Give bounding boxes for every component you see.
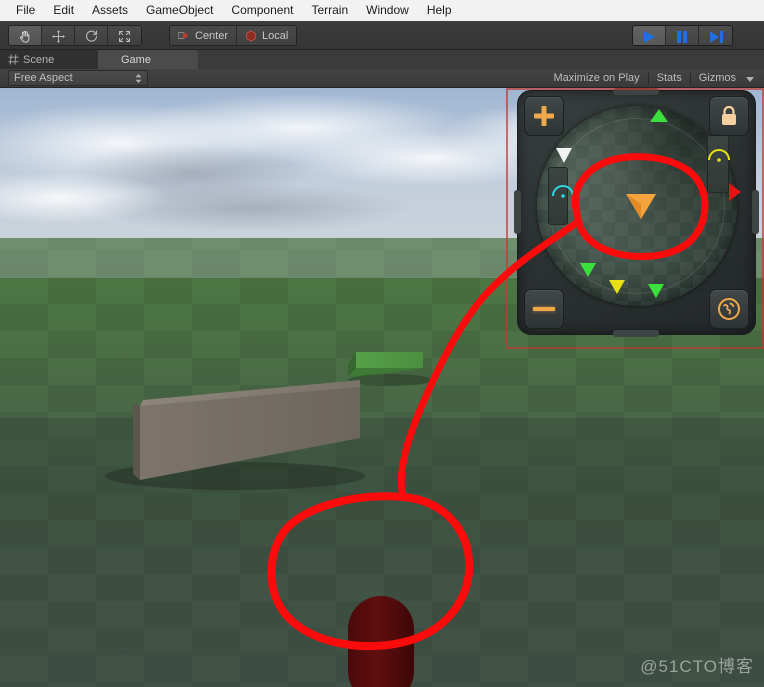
- maximize-on-play-button[interactable]: Maximize on Play: [545, 70, 647, 87]
- transform-tool-group: [8, 24, 142, 46]
- watermark: @51CTO博客: [640, 657, 754, 676]
- globe-icon: [718, 298, 740, 320]
- marker-cyan-arc: [552, 185, 574, 198]
- step-button[interactable]: [699, 26, 732, 45]
- tab-game-label: Game: [121, 53, 151, 66]
- player-arrow-marker: [626, 194, 656, 219]
- stats-button[interactable]: Stats: [649, 70, 690, 87]
- aspect-ratio-value: Free Aspect: [14, 72, 73, 84]
- pivot-mode-button[interactable]: Center: [170, 25, 238, 45]
- menu-item-component[interactable]: Component: [222, 0, 302, 21]
- chevron-down-icon: [746, 77, 754, 82]
- minimap-zoom-in-button[interactable]: [524, 96, 564, 136]
- play-button[interactable]: [633, 26, 666, 45]
- minimap-lock-button[interactable]: [709, 96, 749, 136]
- minimap-zoom-out-button[interactable]: [524, 289, 564, 329]
- view-tab-strip: Scene Game: [0, 50, 764, 69]
- minimap-notch-right: [752, 190, 759, 234]
- center-pivot-icon: [178, 32, 188, 39]
- marker-west-white: [556, 148, 572, 163]
- menu-item-edit[interactable]: Edit: [44, 0, 83, 21]
- menu-item-gameobject[interactable]: GameObject: [137, 0, 222, 21]
- menu-item-file[interactable]: File: [7, 0, 44, 21]
- space-mode-label: Local: [262, 30, 289, 42]
- move-icon: [51, 29, 65, 43]
- rotate-icon: [85, 30, 97, 42]
- menu-bar: File Edit Assets GameObject Component Te…: [0, 0, 764, 21]
- marker-north-green: [650, 109, 668, 122]
- scale-tool-button[interactable]: [108, 25, 141, 45]
- game-view-toolbar-right: Maximize on Play Stats Gizmos: [545, 69, 760, 88]
- unity-editor-window: File Edit Assets GameObject Component Te…: [0, 0, 764, 687]
- playback-controls: [632, 25, 733, 46]
- local-space-icon: [246, 30, 256, 42]
- pivot-mode-label: Center: [195, 30, 229, 42]
- minimap-notch-top: [613, 88, 659, 95]
- pause-icon: [677, 30, 687, 43]
- marker-south-green: [648, 284, 664, 298]
- menu-item-help[interactable]: Help: [418, 0, 461, 21]
- minimap-notch-bottom: [613, 330, 659, 337]
- move-tool-button[interactable]: [42, 25, 75, 45]
- menu-item-terrain[interactable]: Terrain: [302, 0, 357, 21]
- pause-button[interactable]: [666, 26, 699, 45]
- tab-scene-label: Scene: [23, 53, 55, 66]
- scale-icon: [119, 30, 130, 42]
- main-toolbar: Center Local: [0, 21, 764, 50]
- pivot-space-group: Center Local: [169, 24, 298, 46]
- step-icon: [709, 30, 723, 43]
- rotate-tool-button[interactable]: [75, 25, 108, 45]
- grid-icon: [8, 54, 19, 65]
- marker-east-red: [729, 183, 741, 201]
- minimap-notch-left: [514, 190, 521, 234]
- menu-item-assets[interactable]: Assets: [83, 0, 137, 21]
- tab-game[interactable]: Game: [98, 50, 198, 69]
- menu-item-window[interactable]: Window: [357, 0, 418, 21]
- aspect-ratio-dropdown[interactable]: Free Aspect: [8, 70, 148, 86]
- minimap-world-map-button[interactable]: [709, 289, 749, 329]
- minus-icon: [533, 307, 555, 311]
- capsule-object: [348, 596, 414, 687]
- marker-southwest-green: [580, 263, 596, 277]
- hand-tool-button[interactable]: [9, 25, 42, 45]
- space-mode-button[interactable]: Local: [237, 25, 297, 45]
- hand-icon: [19, 30, 29, 43]
- plus-icon: [534, 106, 554, 126]
- minimap-panel-right: [707, 135, 729, 193]
- marker-yellow-arc: [708, 149, 730, 162]
- updown-arrows-icon: [135, 73, 142, 83]
- gizmos-button[interactable]: Gizmos: [691, 70, 744, 87]
- play-icon: [644, 30, 655, 43]
- gizmos-dropdown-button[interactable]: [744, 69, 760, 87]
- minimap-widget[interactable]: [514, 88, 759, 337]
- game-view-toolbar: Free Aspect Maximize on Play Stats Gizmo…: [0, 69, 764, 88]
- marker-south-yellow: [609, 280, 625, 294]
- tab-scene[interactable]: Scene: [0, 50, 98, 69]
- lock-icon: [722, 105, 736, 125]
- gamepad-icon: [109, 54, 115, 65]
